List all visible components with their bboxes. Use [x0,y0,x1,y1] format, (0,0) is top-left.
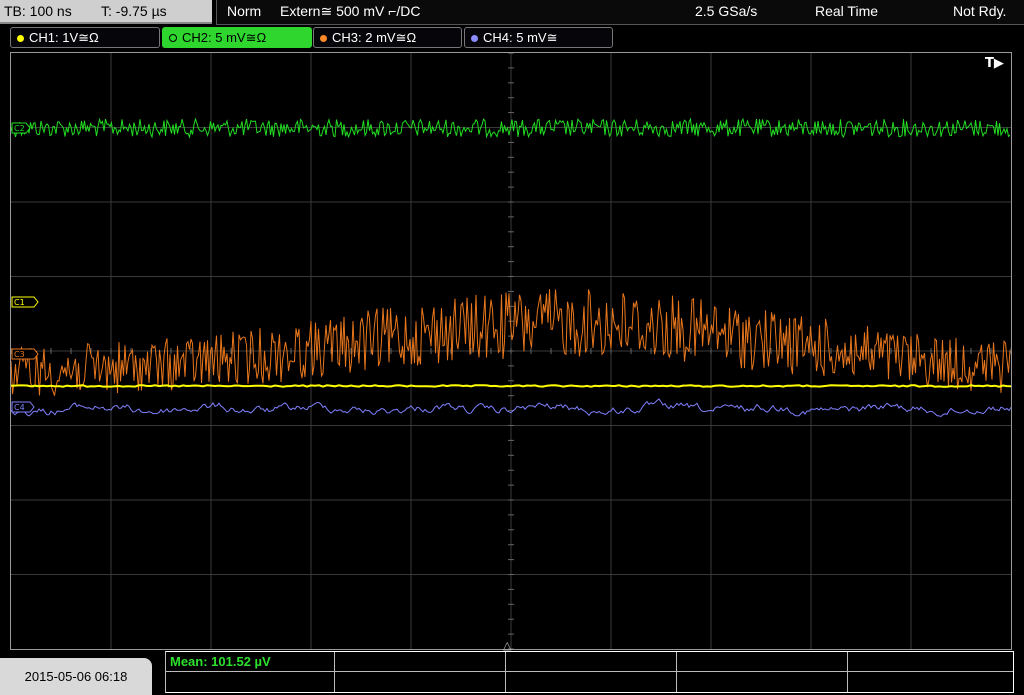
channel-1-dot-icon [17,34,24,42]
acquisition-state: Not Rdy. [953,3,1007,19]
channel-2-label: CH2: 5 mV≅Ω [182,30,267,45]
channel-4-dot-icon [471,34,478,42]
channel-2-marker[interactable]: C2 [11,122,31,134]
trigger-mode: Norm [227,3,262,19]
trigger-arrow-icon: △ [503,640,512,652]
channel-3-dot-icon [320,34,327,42]
measurement-panel[interactable]: Mean: 101.52 µV [165,651,1014,693]
channel-3-button[interactable]: CH3: 2 mV≅Ω [313,27,462,48]
trigger-time-value: T: -9.75 µs [101,3,167,19]
measurement-mean: Mean: 101.52 µV [170,654,271,669]
channel-2-marker-text: C2 [14,124,25,133]
channel-tabs: CH1: 1V≅Ω CH2: 5 mV≅Ω CH3: 2 mV≅Ω CH4: 5… [0,26,1024,48]
channel-4-button[interactable]: CH4: 5 mV≅ [464,27,613,48]
measurement-divider [847,652,848,692]
measurement-divider [505,652,506,692]
sample-rate: 2.5 GSa/s [695,3,758,19]
channel-1-marker-text: C1 [14,298,25,307]
date-time: 2015-05-06 06:18 [0,658,152,695]
channel-1-button[interactable]: CH1: 1V≅Ω [10,27,160,48]
status-bar: TB: 100 ns T: -9.75 µs Norm Extern≅ 500 … [0,0,1024,25]
channel-3-marker-text: C3 [14,350,25,359]
measurement-row-divider [166,671,1013,672]
bottom-bar: 2015-05-06 06:18 Mean: 101.52 µV △ [0,640,1024,695]
channel-4-label: CH4: 5 mV≅ [483,30,558,45]
channel-2-button[interactable]: CH2: 5 mV≅Ω [162,27,312,48]
channel-3-label: CH3: 2 mV≅Ω [332,30,417,45]
channel-4-marker-text: C4 [14,403,25,412]
channel-4-marker[interactable]: C4 [11,401,35,413]
trigger-bar[interactable]: Norm Extern≅ 500 mV ⌐/DC 2.5 GSa/s Real … [216,0,1024,25]
channel-1-marker[interactable]: C1 [11,296,39,308]
channel-2-dot-icon [169,34,177,43]
channel-1-label: CH1: 1V≅Ω [29,30,99,45]
waveform-svg: C2 C1 C3 C4 T▶ [11,53,1011,649]
acquisition-mode: Real Time [815,3,879,19]
timebase-value: TB: 100 ns [4,3,72,19]
channel-1-trace [11,384,1011,388]
trigger-position-marker[interactable]: T▶ [985,56,1004,71]
trigger-source: Extern≅ 500 mV ⌐/DC [280,3,421,19]
measurement-divider [334,652,335,692]
measurement-divider [676,652,677,692]
channel-3-marker[interactable]: C3 [11,348,39,360]
timebase-box[interactable]: TB: 100 ns T: -9.75 µs [0,0,212,24]
waveform-display[interactable]: C2 C1 C3 C4 T▶ [10,52,1012,650]
